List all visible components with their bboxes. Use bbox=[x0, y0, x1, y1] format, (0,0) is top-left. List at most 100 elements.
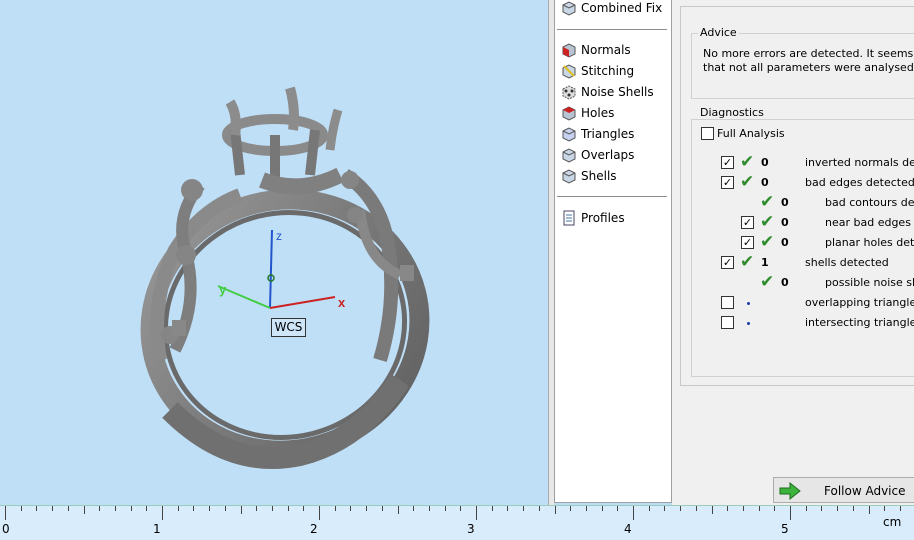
ruler-label: 5 bbox=[781, 522, 789, 536]
divider bbox=[557, 196, 667, 197]
diag-label: possible noise shel bbox=[825, 276, 914, 289]
fix-item-holes[interactable]: Holes bbox=[561, 103, 614, 123]
cube-wire-icon bbox=[561, 126, 577, 142]
ruler-tick bbox=[20, 506, 22, 511]
shells-checkbox[interactable]: ✓ bbox=[721, 256, 734, 269]
ruler: 0 1 2 3 4 5 cm bbox=[0, 505, 914, 540]
diag-label: near bad edges de bbox=[825, 216, 914, 229]
diag-label: planar holes detec bbox=[825, 236, 914, 249]
fix-item-label: Shells bbox=[581, 169, 617, 183]
fix-item-triangles[interactable]: Triangles bbox=[561, 124, 634, 144]
fix-item-shells[interactable]: Shells bbox=[561, 166, 617, 186]
ruler-label: 1 bbox=[153, 522, 161, 536]
fix-item-overlaps[interactable]: Overlaps bbox=[561, 145, 634, 165]
follow-advice-button[interactable]: Follow Advice bbox=[773, 477, 914, 503]
fix-item-profiles[interactable]: Profiles bbox=[561, 208, 625, 228]
fix-item-stitching[interactable]: Stitching bbox=[561, 61, 634, 81]
intersecting-triangles-checkbox[interactable] bbox=[721, 316, 734, 329]
ruler-tick bbox=[538, 506, 540, 511]
ruler-tick bbox=[114, 506, 116, 511]
fix-list: Combined Fix Normals Stitching Noise She… bbox=[554, 0, 672, 503]
ruler-tick bbox=[899, 506, 901, 511]
diag-count: 0 bbox=[781, 276, 789, 289]
ruler-tick bbox=[585, 506, 587, 511]
ruler-tick bbox=[303, 506, 305, 511]
full-analysis-checkbox[interactable] bbox=[701, 127, 714, 140]
z-axis-label: z bbox=[276, 229, 282, 243]
fix-item-normals[interactable]: Normals bbox=[561, 40, 631, 60]
ruler-label: 3 bbox=[467, 522, 475, 536]
ruler-tick bbox=[5, 506, 6, 520]
cube-icon bbox=[561, 0, 577, 16]
diag-count: 0 bbox=[761, 176, 769, 189]
x-axis-label: x bbox=[338, 295, 346, 310]
ruler-tick bbox=[868, 506, 870, 514]
ruler-tick bbox=[99, 506, 101, 511]
3d-viewport[interactable]: z x y WCS bbox=[0, 0, 548, 505]
fix-item-label: Normals bbox=[581, 43, 631, 57]
analysis-panel: Advice Diagnostics bbox=[672, 0, 914, 505]
advice-text: No more errors are detected. It seems th… bbox=[703, 47, 914, 74]
ruler-tick bbox=[664, 506, 666, 511]
ruler-tick bbox=[727, 506, 729, 511]
ruler-tick bbox=[695, 506, 697, 511]
ruler-tick bbox=[852, 506, 854, 511]
ruler-tick bbox=[570, 506, 572, 511]
ruler-tick bbox=[507, 506, 509, 511]
inverted-normals-checkbox[interactable]: ✓ bbox=[721, 156, 734, 169]
ruler-tick bbox=[554, 506, 556, 514]
diagnostics-title: Diagnostics bbox=[698, 106, 766, 119]
ruler-tick bbox=[67, 506, 69, 511]
ruler-tick bbox=[444, 506, 446, 511]
ruler-tick bbox=[601, 506, 603, 511]
planar-holes-checkbox[interactable]: ✓ bbox=[741, 236, 754, 249]
ruler-tick bbox=[460, 506, 462, 511]
ruler-tick bbox=[224, 506, 226, 511]
check-icon: ✔ bbox=[740, 252, 755, 272]
cube-icon bbox=[561, 168, 577, 184]
ruler-tick bbox=[209, 506, 211, 511]
diag-label: bad edges detected bbox=[805, 176, 914, 189]
pending-dot-icon bbox=[747, 322, 750, 325]
ruler-tick bbox=[162, 506, 163, 520]
bad-edges-checkbox[interactable]: ✓ bbox=[721, 176, 734, 189]
fix-item-label: Holes bbox=[581, 106, 615, 120]
check-icon: ✔ bbox=[760, 272, 775, 292]
diag-count: 0 bbox=[761, 156, 769, 169]
diag-count: 0 bbox=[781, 196, 789, 209]
ruler-tick bbox=[476, 506, 477, 520]
z-axis bbox=[269, 229, 273, 309]
ring-model: z x y bbox=[140, 86, 430, 469]
ruler-tick bbox=[193, 506, 195, 511]
fix-item-label: Overlaps bbox=[581, 148, 635, 162]
fix-item-noise-shells[interactable]: Noise Shells bbox=[561, 82, 654, 102]
overlapping-triangles-checkbox[interactable] bbox=[721, 296, 734, 309]
ruler-tick bbox=[742, 506, 744, 511]
pending-dot-icon bbox=[747, 302, 750, 305]
ruler-tick bbox=[758, 506, 760, 511]
ruler-tick bbox=[633, 506, 634, 520]
fix-item-label: Stitching bbox=[581, 64, 635, 78]
follow-advice-label: Follow Advice bbox=[824, 484, 906, 498]
advice-title: Advice bbox=[698, 26, 739, 39]
ruler-tick bbox=[491, 506, 493, 511]
ruler-tick bbox=[805, 506, 807, 511]
ruler-tick bbox=[366, 506, 368, 511]
ruler-tick bbox=[680, 506, 682, 511]
ruler-tick bbox=[287, 506, 289, 511]
cube-red-icon bbox=[561, 42, 577, 58]
divider bbox=[557, 29, 667, 30]
check-icon: ✔ bbox=[740, 172, 755, 192]
fix-item-combined-fix[interactable]: Combined Fix bbox=[561, 0, 662, 18]
diag-label: bad contours dete bbox=[825, 196, 914, 209]
diag-label: overlapping triangles d bbox=[805, 296, 914, 309]
cube-red-icon bbox=[561, 105, 577, 121]
fix-item-label: Noise Shells bbox=[581, 85, 654, 99]
diag-count: 1 bbox=[761, 256, 769, 269]
near-bad-edges-checkbox[interactable]: ✓ bbox=[741, 216, 754, 229]
ruler-tick bbox=[711, 506, 713, 514]
ruler-tick bbox=[146, 506, 148, 511]
ruler-tick bbox=[130, 506, 132, 511]
diag-count: 0 bbox=[781, 236, 789, 249]
cube-yellow-icon bbox=[561, 63, 577, 79]
